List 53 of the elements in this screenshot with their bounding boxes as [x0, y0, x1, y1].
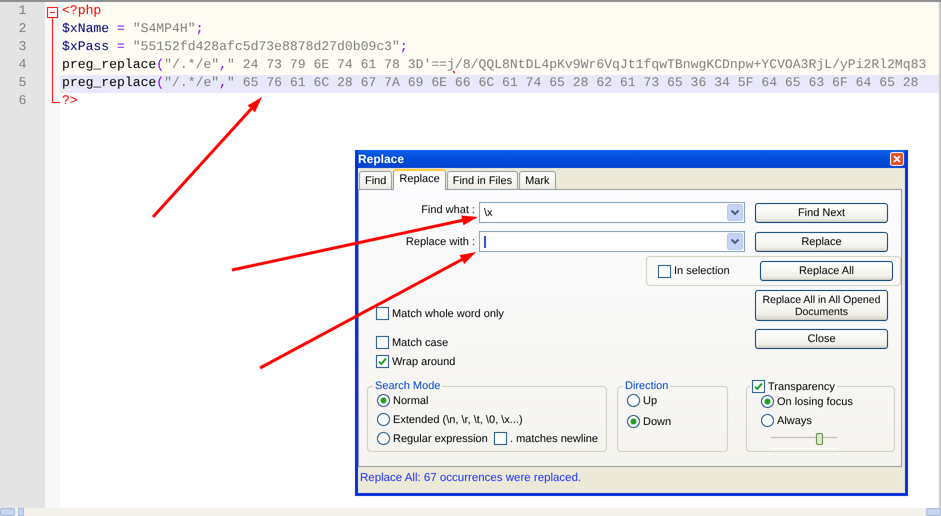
- line-number: 3: [18, 39, 28, 56]
- radio-button[interactable]: [761, 395, 774, 408]
- checkbox-label: In selection: [674, 265, 730, 277]
- tab[interactable]: Mark: [519, 171, 556, 189]
- find-next-button[interactable]: Find Next: [755, 202, 888, 222]
- checkbox[interactable]: [376, 307, 389, 320]
- collapse-icon[interactable]: [47, 7, 58, 18]
- radio-label: On losing focus: [777, 396, 853, 408]
- status-message: Replace All: 67 occurrences were replaced.: [360, 472, 582, 484]
- line-number: 2: [18, 21, 28, 38]
- radio-label: Up: [643, 394, 658, 406]
- group-title: Search Mode: [374, 380, 442, 392]
- checkbox-label: Transparency: [768, 380, 835, 392]
- tab[interactable]: Find in Files: [446, 171, 518, 189]
- radio-label: Regular expression: [393, 432, 488, 444]
- combo-field[interactable]: \x: [479, 202, 745, 223]
- checkbox[interactable]: [658, 264, 671, 278]
- scrollbar-thumb[interactable]: [18, 508, 24, 516]
- radio-button[interactable]: [377, 394, 390, 407]
- radio-label: Extended (\n, \r, \t, \0, \x...): [393, 414, 523, 426]
- tab[interactable]: Replace: [393, 169, 446, 190]
- radio-button[interactable]: [377, 413, 390, 426]
- replace-button[interactable]: Replace: [755, 232, 888, 252]
- line-number: 4: [18, 57, 28, 74]
- field-label: Replace with :: [404, 236, 476, 248]
- tab[interactable]: Find: [359, 171, 392, 189]
- combo-field[interactable]: [479, 231, 745, 252]
- window-title: Replace: [358, 152, 404, 166]
- checkbox[interactable]: [376, 355, 389, 368]
- checkbox[interactable]: [494, 432, 507, 445]
- line-number: 6: [18, 93, 28, 110]
- checkbox-label: . matches newline: [510, 432, 598, 444]
- checkbox[interactable]: [376, 336, 389, 349]
- field-label: Find what :: [421, 204, 476, 218]
- checkbox-label: Match whole word only: [392, 308, 504, 320]
- checkbox-label: Wrap around: [392, 356, 456, 368]
- radio-label: Always: [777, 414, 812, 426]
- checkbox[interactable]: [752, 380, 765, 393]
- close-button[interactable]: Close: [755, 329, 888, 349]
- radio-button[interactable]: [627, 394, 640, 407]
- radio-label: Normal: [393, 394, 428, 406]
- replace-all-opened-button[interactable]: Replace All in All Opened Documents: [755, 290, 888, 321]
- slider-thumb[interactable]: [816, 433, 824, 445]
- replace-all-button[interactable]: Replace All: [760, 261, 893, 281]
- radio-button[interactable]: [627, 415, 640, 428]
- radio-label: Down: [643, 416, 672, 428]
- checkbox-label: Match case: [392, 336, 448, 348]
- group-title: Direction: [624, 380, 670, 392]
- line-number: 1: [18, 3, 28, 20]
- close-icon[interactable]: [890, 152, 904, 166]
- radio-button[interactable]: [761, 414, 774, 427]
- radio-button[interactable]: [377, 432, 390, 445]
- line-number: 5: [18, 75, 28, 92]
